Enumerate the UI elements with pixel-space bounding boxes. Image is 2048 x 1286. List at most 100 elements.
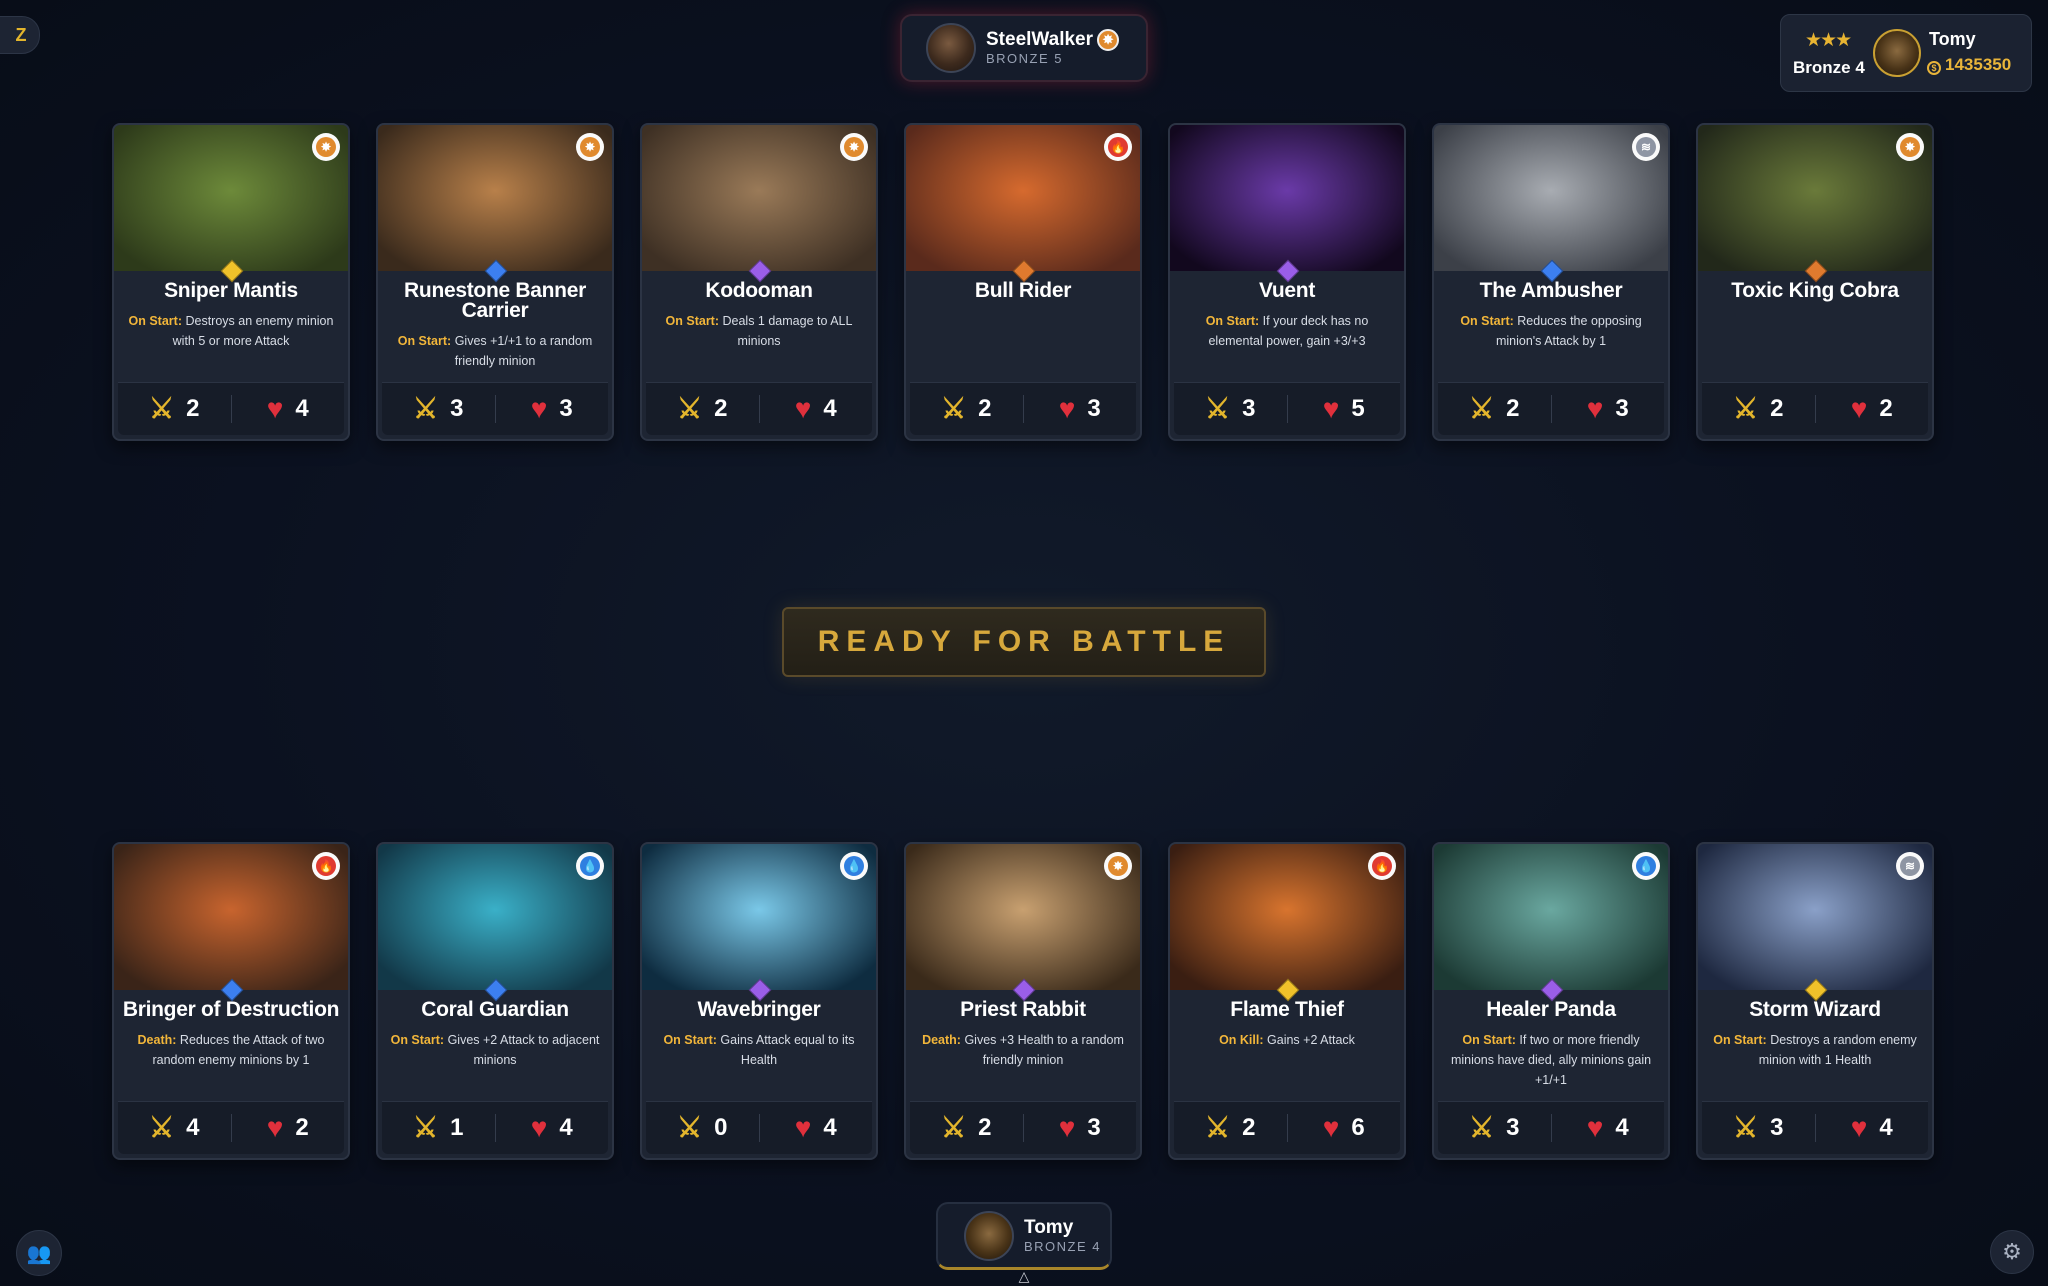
card-name: Coral Guardian bbox=[421, 998, 569, 1021]
minion-card[interactable]: 🔥 Bringer of Destruction Death: Reduces th… bbox=[112, 842, 350, 1160]
ability-keyword: Death: bbox=[137, 1033, 177, 1047]
health-value: 4 bbox=[1879, 1114, 1893, 1141]
heart-icon: ♥ bbox=[1058, 393, 1076, 424]
coin-amount: 1435350 bbox=[1945, 55, 2012, 74]
minion-card[interactable]: 🔥 Bull Rider ⚔ 2 ♥ 3 bbox=[904, 123, 1142, 441]
heart-icon: ♥ bbox=[1850, 1112, 1868, 1143]
attack-stat: ⚔ 2 bbox=[910, 395, 1023, 423]
earth-element-icon: ✸ bbox=[312, 133, 340, 161]
health-value: 4 bbox=[1615, 1114, 1629, 1141]
health-stat: ♥ 3 bbox=[496, 395, 609, 423]
attack-icon: ⚔ bbox=[941, 393, 967, 424]
card-ability: On Start: Reduces the opposing minion's … bbox=[1446, 311, 1656, 351]
card-stats: ⚔ 2 ♥ 2 bbox=[1702, 382, 1928, 435]
chevron-up-icon[interactable]: △ bbox=[1014, 1268, 1034, 1284]
health-stat: ♥ 2 bbox=[1816, 395, 1929, 423]
card-stats: ⚔ 0 ♥ 4 bbox=[646, 1101, 872, 1154]
account-avatar[interactable] bbox=[1873, 29, 1921, 77]
card-name: Flame Thief bbox=[1230, 998, 1344, 1021]
ability-keyword: On Start: bbox=[128, 314, 182, 328]
attack-value: 3 bbox=[1242, 395, 1256, 422]
heart-icon: ♥ bbox=[1058, 1112, 1076, 1143]
health-value: 4 bbox=[823, 395, 837, 422]
ability-text: Reduces the opposing minion's Attack by … bbox=[1495, 314, 1642, 348]
opponent-rank: BRONZE 5 bbox=[986, 51, 1064, 66]
attack-value: 2 bbox=[978, 1114, 992, 1141]
minion-card[interactable]: ≋ The Ambusher On Start: Reduces the oppos… bbox=[1432, 123, 1670, 441]
card-ability: On Start: Gives +1/+1 to a random friend… bbox=[390, 331, 600, 371]
ability-keyword: Death: bbox=[922, 1033, 961, 1047]
card-name: Storm Wizard bbox=[1749, 998, 1881, 1021]
attack-stat: ⚔ 3 bbox=[1174, 395, 1287, 423]
ability-keyword: On Start: bbox=[390, 1033, 445, 1047]
card-ability: On Start: If two or more friendly minion… bbox=[1446, 1030, 1656, 1090]
health-value: 4 bbox=[559, 1114, 573, 1141]
coin-icon: $ bbox=[1927, 61, 1941, 75]
minion-card[interactable]: Vuent On Start: If your deck has no eleme… bbox=[1168, 123, 1406, 441]
logo-icon[interactable]: Z bbox=[0, 16, 40, 54]
attack-value: 4 bbox=[186, 1114, 200, 1141]
air-element-icon: ≋ bbox=[1896, 852, 1924, 880]
health-stat: ♥ 3 bbox=[1024, 1114, 1137, 1142]
ability-text: Gains Attack equal to its Health bbox=[720, 1033, 855, 1067]
card-name: Bringer of Destruction bbox=[122, 998, 340, 1021]
fire-element-icon: 🔥 bbox=[312, 852, 340, 880]
ability-text: Destroys a random enemy minion with 1 He… bbox=[1758, 1033, 1917, 1067]
minion-card[interactable]: 🔥 Flame Thief On Kill: Gains +2 Attack ⚔ 2 ♥ 6 bbox=[1168, 842, 1406, 1160]
attack-icon: ⚔ bbox=[1469, 1112, 1495, 1143]
minion-card[interactable]: ✸ Runestone Banner Carrier On Start: Gives… bbox=[376, 123, 614, 441]
attack-value: 2 bbox=[1242, 1114, 1256, 1141]
ability-text: Gives +1/+1 to a random friendly minion bbox=[454, 334, 593, 368]
card-ability: On Start: Gains Attack equal to its Heal… bbox=[654, 1030, 864, 1070]
health-stat: ♥ 6 bbox=[1288, 1114, 1401, 1142]
water-element-icon: 💧 bbox=[576, 852, 604, 880]
health-stat: ♥ 4 bbox=[1816, 1114, 1929, 1142]
attack-value: 3 bbox=[450, 395, 464, 422]
card-name: Vuent bbox=[1258, 279, 1316, 302]
attack-stat: ⚔ 0 bbox=[646, 1114, 759, 1142]
heart-icon: ♥ bbox=[1322, 393, 1340, 424]
minion-card[interactable]: 💧 Healer Panda On Start: If two or more fr… bbox=[1432, 842, 1670, 1160]
minion-card[interactable]: ✸ Sniper Mantis On Start: Destroys an enem… bbox=[112, 123, 350, 441]
settings-icon[interactable]: ⚙ bbox=[1990, 1230, 2034, 1274]
minion-card[interactable]: ✸ Kodooman On Start: Deals 1 damage to ALL… bbox=[640, 123, 878, 441]
ability-text: Gives +3 Health to a random friendly min… bbox=[964, 1033, 1124, 1067]
minion-card[interactable]: ✸ Priest Rabbit Death: Gives +3 Health to … bbox=[904, 842, 1142, 1160]
player-avatar bbox=[964, 1210, 1014, 1261]
health-value: 2 bbox=[1879, 395, 1893, 422]
friends-icon[interactable]: 👥 bbox=[16, 1230, 62, 1276]
heart-icon: ♥ bbox=[266, 1112, 284, 1143]
heart-icon: ♥ bbox=[1850, 393, 1868, 424]
minion-card[interactable]: ✸ Toxic King Cobra ⚔ 2 ♥ 2 bbox=[1696, 123, 1934, 441]
attack-stat: ⚔ 2 bbox=[118, 395, 231, 423]
health-stat: ♥ 4 bbox=[496, 1114, 609, 1142]
card-name: Toxic King Cobra bbox=[1731, 279, 1899, 302]
heart-icon: ♥ bbox=[530, 1112, 548, 1143]
ready-for-battle-button[interactable]: READY FOR BATTLE bbox=[782, 607, 1266, 677]
health-value: 3 bbox=[1087, 395, 1101, 422]
attack-icon: ⚔ bbox=[677, 393, 703, 424]
fire-element-icon: 🔥 bbox=[1368, 852, 1396, 880]
minion-card[interactable]: ≋ Storm Wizard On Start: Destroys a random… bbox=[1696, 842, 1934, 1160]
attack-value: 2 bbox=[978, 395, 992, 422]
ability-keyword: On Start: bbox=[1713, 1033, 1767, 1047]
minion-card[interactable]: 💧 Wavebringer On Start: Gains Attack equal… bbox=[640, 842, 878, 1160]
attack-stat: ⚔ 2 bbox=[646, 395, 759, 423]
heart-icon: ♥ bbox=[266, 393, 284, 424]
health-stat: ♥ 4 bbox=[1552, 1114, 1665, 1142]
attack-stat: ⚔ 2 bbox=[1174, 1114, 1287, 1142]
ability-text: Destroys an enemy minion with 5 or more … bbox=[172, 314, 334, 348]
ability-text: Reduces the Attack of two random enemy m… bbox=[152, 1033, 325, 1067]
card-name: The Ambusher bbox=[1479, 279, 1623, 302]
attack-icon: ⚔ bbox=[1733, 1112, 1759, 1143]
attack-value: 3 bbox=[1506, 1114, 1520, 1141]
attack-value: 2 bbox=[1770, 395, 1784, 422]
minion-card[interactable]: 💧 Coral Guardian On Start: Gives +2 Attack… bbox=[376, 842, 614, 1160]
attack-value: 2 bbox=[714, 395, 728, 422]
health-stat: ♥ 2 bbox=[232, 1114, 345, 1142]
attack-stat: ⚔ 2 bbox=[910, 1114, 1023, 1142]
account-panel[interactable]: ★★★ Bronze 4 Tomy $1435350 bbox=[1780, 14, 2032, 92]
health-value: 3 bbox=[1087, 1114, 1101, 1141]
earth-element-icon: ✸ bbox=[1896, 133, 1924, 161]
health-stat: ♥ 5 bbox=[1288, 395, 1401, 423]
